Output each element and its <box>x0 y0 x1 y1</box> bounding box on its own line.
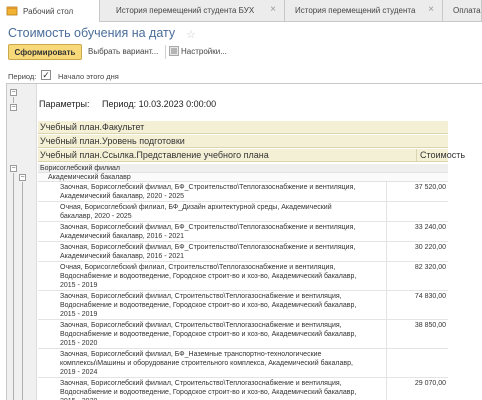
close-icon[interactable]: × <box>268 5 278 15</box>
table-row[interactable]: Заочная, Борисоглебский филиал, БФ_Строи… <box>38 222 448 242</box>
collapse-subgroup-icon[interactable]: − <box>19 174 26 181</box>
column-header-plan: Учебный план.Ссылка.Представление учебно… <box>38 149 465 162</box>
header-label: Учебный план.Ссылка.Представление учебно… <box>40 150 269 160</box>
table-row[interactable]: Заочная, Борисоглебский филиал, Строител… <box>38 291 448 320</box>
cost-value: 33 240,00 <box>386 222 448 241</box>
period-checkbox[interactable]: ✓ <box>41 70 51 80</box>
column-header-level: Учебный план.Уровень подготовки <box>38 135 448 148</box>
tab-label: Рабочий стол <box>23 6 74 16</box>
close-icon[interactable]: × <box>426 5 436 15</box>
tree-line <box>13 97 14 103</box>
cost-value <box>386 202 448 221</box>
collapse-all-icon[interactable]: − <box>10 89 17 96</box>
choose-variant-button[interactable]: Выбрать вариант... <box>88 47 158 56</box>
params-label: Параметры: <box>39 99 90 109</box>
column-header-cost: Стоимость <box>416 149 480 162</box>
table-row[interactable]: Заочная, Борисоглебский филиал, Строител… <box>38 378 448 400</box>
tab-label: История перемещений студента БУХ <box>116 6 255 15</box>
cost-value: 38 850,00 <box>386 320 448 348</box>
cost-value <box>386 349 448 377</box>
favorite-star-icon[interactable]: ☆ <box>186 28 196 41</box>
header-label: Учебный план.Факультет <box>40 122 145 132</box>
period-label: Период: <box>8 72 37 81</box>
page-title: Стоимость обучения на дату <box>8 26 176 40</box>
home-icon <box>6 6 18 16</box>
report-parameters: Параметры: Период: 10.03.2023 0:00:00 <box>39 99 226 109</box>
settings-icon <box>169 46 179 56</box>
toolbar-divider <box>165 45 166 59</box>
plan-description: Заочная, Борисоглебский филиал, БФ_Строи… <box>60 224 356 240</box>
table-row[interactable]: Заочная, Борисоглебский филиал, БФ_Строи… <box>38 242 448 262</box>
cost-value: 74 830,00 <box>386 291 448 319</box>
collapse-params-icon[interactable]: − <box>10 104 17 111</box>
plan-description: Заочная, Борисоглебский филиал, БФ_Назем… <box>60 351 353 376</box>
plan-description: Заочная, Борисоглебский филиал, БФ_Строи… <box>60 184 356 200</box>
cost-value: 37 520,00 <box>386 182 448 201</box>
table-row[interactable]: Очная, Борисоглебский филиал, Строительс… <box>38 262 448 291</box>
cost-value: 30 220,00 <box>386 242 448 261</box>
table-row[interactable]: Заочная, Борисоглебский филиал, БФ_Строи… <box>38 182 448 202</box>
params-value: Период: 10.03.2023 0:00:00 <box>102 99 217 109</box>
column-header-faculty: Учебный план.Факультет <box>38 121 448 134</box>
tree-line <box>22 182 23 400</box>
tab-label: История перемещений студента <box>295 6 416 15</box>
tab-label: Оплата <box>453 6 481 15</box>
generate-button[interactable]: Сформировать <box>8 44 82 60</box>
table-row[interactable]: Заочная, Борисоглебский филиал, БФ_Назем… <box>38 349 448 378</box>
collapse-group-icon[interactable]: − <box>10 165 17 172</box>
plan-description: Заочная, Борисоглебский филиал, Строител… <box>60 293 357 318</box>
report-area[interactable]: − − − − Параметры: Период: 10.03.2023 0:… <box>6 83 482 400</box>
group-row-level[interactable]: Академический бакалавр <box>38 173 448 182</box>
plan-description: Очная, Борисоглебский филиал, БФ_Дизайн … <box>60 204 332 220</box>
period-value[interactable]: Начало этого дня <box>58 72 119 81</box>
tree-line <box>13 173 14 400</box>
cost-value: 29 070,00 <box>386 378 448 400</box>
tab-desktop[interactable]: Рабочий стол <box>0 0 100 22</box>
plan-description: Заочная, Борисоглебский филиал, Строител… <box>60 322 357 347</box>
plan-description: Заочная, Борисоглебский филиал, БФ_Строи… <box>60 244 356 260</box>
tab-payment[interactable]: Оплата <box>443 0 482 21</box>
plan-description: Заочная, Борисоглебский филиал, Строител… <box>60 380 357 400</box>
table-row[interactable]: Очная, Борисоглебский филиал, БФ_Дизайн … <box>38 202 448 222</box>
plan-description: Очная, Борисоглебский филиал, Строительс… <box>60 264 357 289</box>
cost-value: 82 320,00 <box>386 262 448 290</box>
group-row-branch[interactable]: Борисоглебский филиал <box>38 164 448 173</box>
header-label: Учебный план.Уровень подготовки <box>40 136 185 146</box>
table-row[interactable]: Заочная, Борисоглебский филиал, Строител… <box>38 320 448 349</box>
settings-button[interactable]: Настройки... <box>181 47 227 56</box>
tab-history[interactable]: История перемещений студента × <box>285 0 443 21</box>
tab-bar: Рабочий стол История перемещений студент… <box>0 0 482 22</box>
tab-history-buh[interactable]: История перемещений студента БУХ × <box>100 0 285 21</box>
